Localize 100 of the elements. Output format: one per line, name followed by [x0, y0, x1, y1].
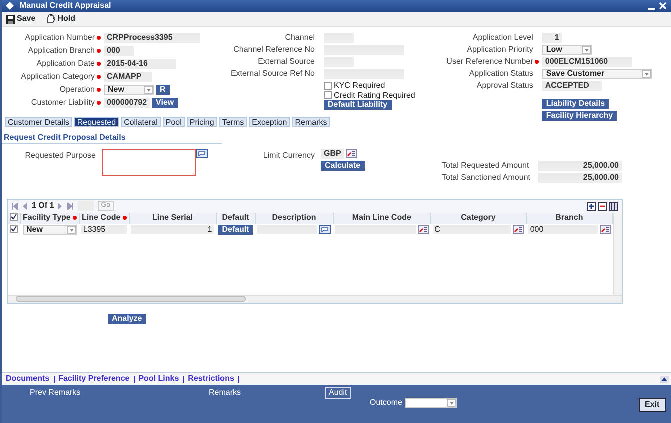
- field-label: Application Date: [36, 59, 95, 69]
- input-field[interactable]: CRPProcess3395: [104, 33, 200, 43]
- separator: [54, 376, 55, 382]
- table-cell[interactable]: 000: [528, 225, 598, 234]
- separator: [134, 376, 135, 382]
- field-label: Total Sanctioned Amount: [442, 172, 532, 182]
- hand-icon: [46, 14, 56, 24]
- input-field[interactable]: 000000792: [104, 98, 150, 108]
- next-page-icon[interactable]: [58, 202, 64, 210]
- input-field[interactable]: 25,000.00: [538, 160, 622, 171]
- field-label: Requested Purpose: [24, 150, 97, 160]
- toolbar-button[interactable]: Save: [6, 13, 36, 25]
- page-field[interactable]: [78, 201, 94, 212]
- tab[interactable]: Pricing: [186, 117, 218, 127]
- input-field[interactable]: 25,000.00: [538, 172, 622, 183]
- checkbox[interactable]: [324, 91, 332, 100]
- r-button[interactable]: R: [156, 85, 170, 95]
- column-header: Line Serial: [152, 213, 193, 223]
- horizontal-scrollbar[interactable]: [8, 294, 622, 303]
- field-label: External Source: [258, 57, 315, 67]
- column-header: Line Code: [82, 213, 121, 223]
- separator: [183, 376, 184, 382]
- outcome-select[interactable]: [405, 398, 457, 408]
- exit-button[interactable]: Exit: [639, 398, 666, 412]
- checkbox[interactable]: [10, 213, 18, 222]
- footer-link[interactable]: Documents: [6, 374, 50, 384]
- previous-page-icon[interactable]: [23, 202, 28, 210]
- field-label: Operation: [60, 85, 95, 95]
- field-label: External Source Ref No: [230, 69, 315, 79]
- comment-icon[interactable]: [196, 148, 208, 158]
- vertical-scrollbar[interactable]: [613, 212, 622, 295]
- field-label: Customer Liability: [31, 98, 95, 108]
- last-page-icon[interactable]: [67, 202, 74, 210]
- input-field[interactable]: GBP: [321, 148, 344, 159]
- table-cell[interactable]: [257, 225, 318, 234]
- field-label: Channel: [285, 33, 315, 43]
- tab[interactable]: Collateral: [121, 117, 161, 127]
- action-button[interactable]: Facility Hierarchy: [542, 111, 618, 121]
- input-field[interactable]: CAMAPP: [104, 72, 152, 82]
- field-label: Application Status: [469, 69, 534, 79]
- table-cell[interactable]: C: [432, 225, 512, 234]
- section-title: Request Credit Proposal Details: [2, 133, 222, 144]
- field-label: Application Number: [25, 33, 95, 43]
- select-field[interactable]: New: [104, 85, 154, 95]
- table-cell[interactable]: 1: [131, 225, 214, 234]
- close-icon[interactable]: [659, 2, 667, 10]
- tab[interactable]: Terms: [219, 117, 248, 127]
- scrollbar-thumb[interactable]: [16, 296, 246, 302]
- input-field[interactable]: 000ELCM151060: [542, 57, 632, 67]
- list-lookup-icon[interactable]: [600, 225, 610, 234]
- input-field[interactable]: 2015-04-16: [104, 59, 176, 69]
- tab[interactable]: Pool: [162, 117, 185, 127]
- analyze-button[interactable]: Analyze: [108, 314, 146, 324]
- select-field[interactable]: Low: [542, 45, 592, 55]
- tab[interactable]: Requested: [74, 117, 120, 127]
- action-button[interactable]: Liability Details: [542, 99, 610, 109]
- checkbox[interactable]: [10, 224, 18, 233]
- separator: [238, 376, 240, 382]
- page-indicator: 1 Of 1: [32, 201, 54, 211]
- tab[interactable]: Remarks: [292, 117, 330, 127]
- tab[interactable]: Exception: [249, 117, 290, 127]
- first-page-icon[interactable]: [12, 202, 19, 210]
- save-icon: [6, 14, 15, 24]
- diamond-icon: [6, 2, 14, 10]
- column-header: Category: [461, 213, 496, 223]
- field-label: Approval Status: [476, 81, 534, 91]
- text-area[interactable]: [102, 148, 196, 176]
- field-label: User Reference Number: [446, 57, 534, 67]
- default-liability-button[interactable]: Default Liability: [324, 100, 392, 110]
- tab[interactable]: Customer Details: [5, 117, 72, 127]
- list-lookup-icon[interactable]: [513, 225, 524, 234]
- list-lookup-icon[interactable]: [346, 149, 358, 158]
- input-field[interactable]: 1: [542, 33, 562, 43]
- outcome-label: Outcome: [370, 398, 402, 408]
- list-lookup-icon[interactable]: [418, 225, 429, 234]
- columns-icon[interactable]: [609, 202, 618, 211]
- field-label: Application Category: [21, 72, 95, 82]
- toolbar-button[interactable]: Hold: [46, 13, 76, 25]
- select-field[interactable]: Save Customer: [542, 69, 652, 79]
- field-label: Application Branch: [28, 46, 95, 56]
- input-field[interactable]: ACCEPTED: [542, 81, 602, 91]
- add-icon[interactable]: [587, 202, 596, 211]
- default-button[interactable]: Default: [218, 224, 254, 235]
- table-cell[interactable]: [335, 225, 416, 234]
- field-label: Application Level: [472, 33, 534, 43]
- select-field[interactable]: New: [22, 224, 78, 235]
- remove-icon[interactable]: [598, 202, 607, 211]
- checkbox[interactable]: [324, 82, 332, 90]
- calculate-button[interactable]: Calculate: [321, 160, 365, 171]
- comment-icon[interactable]: [319, 225, 332, 234]
- footer-link[interactable]: Facility Preference: [58, 374, 130, 384]
- view-button[interactable]: View: [152, 98, 178, 108]
- input-field[interactable]: 000: [104, 46, 134, 56]
- audit-tab[interactable]: Audit: [325, 387, 352, 399]
- column-header: Facility Type: [23, 213, 71, 223]
- table-cell[interactable]: L3395: [81, 225, 128, 234]
- footer-link[interactable]: Restrictions: [188, 374, 234, 384]
- footer-link[interactable]: Pool Links: [138, 374, 180, 384]
- window-title: Manual Credit Appraisal: [20, 1, 112, 11]
- scroll-up-icon[interactable]: [660, 376, 669, 382]
